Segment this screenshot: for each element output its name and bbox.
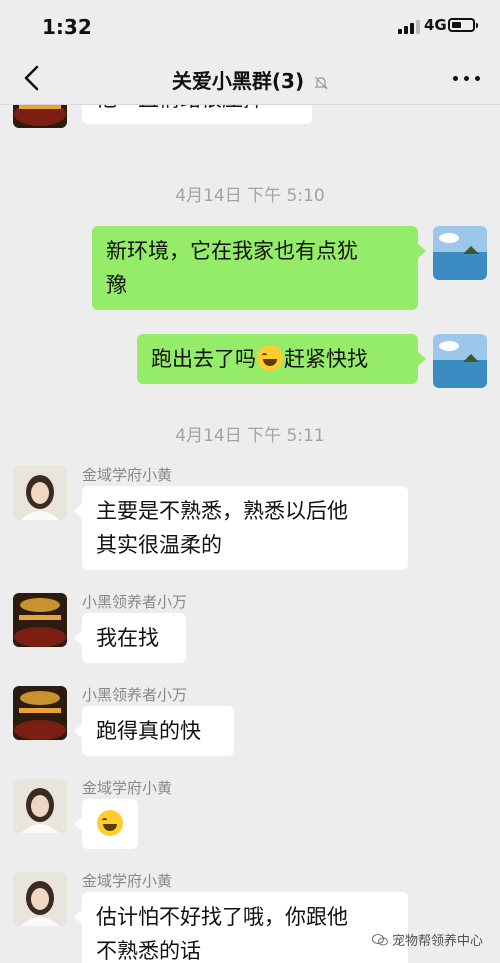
network-type: 4G bbox=[424, 16, 447, 34]
message-bubble[interactable]: 估计怕不好找了哦，你跟他 不熟悉的话 bbox=[74, 892, 408, 963]
timestamp: 4月14日 下午 5:11 bbox=[175, 426, 325, 446]
battery-icon bbox=[448, 18, 478, 32]
status-time: 1:32 bbox=[42, 15, 92, 39]
mute-bell-icon bbox=[314, 76, 328, 89]
group-name: 关爱小黑群(3) bbox=[171, 69, 305, 93]
sender-name: 金域学府小黄 bbox=[82, 872, 173, 890]
message-list[interactable]: 他一直情绪很压抑 4月14日 下午 5:10 新环境，它在我家也有点犹 豫 跑出… bbox=[0, 104, 500, 963]
avatar[interactable] bbox=[13, 466, 67, 520]
avatar[interactable] bbox=[13, 779, 67, 833]
laughing-tears-emoji-icon bbox=[257, 345, 283, 371]
chat-header: 关爱小黑群(3) bbox=[0, 52, 500, 105]
self-avatar[interactable] bbox=[433, 334, 487, 388]
self-avatar[interactable] bbox=[433, 226, 487, 280]
signal-icon bbox=[398, 20, 420, 34]
sender-name: 金域学府小黄 bbox=[82, 466, 173, 484]
message-bubble[interactable]: 他一直情绪很压抑 bbox=[74, 104, 312, 124]
message-bubble[interactable]: 我在找 bbox=[74, 613, 186, 663]
sender-name: 小黑领养者小万 bbox=[82, 593, 188, 611]
message-text: 赶紧快找 bbox=[284, 347, 368, 371]
avatar[interactable] bbox=[13, 104, 67, 128]
watermark: 宠物帮领养中心 bbox=[372, 930, 483, 949]
message-bubble[interactable]: 跑得真的快 bbox=[74, 706, 234, 756]
watermark-text: 宠物帮领养中心 bbox=[392, 934, 484, 949]
more-button[interactable] bbox=[446, 64, 486, 92]
sender-name: 金域学府小黄 bbox=[82, 779, 173, 797]
status-bar: 1:32 4G bbox=[0, 0, 500, 52]
avatar[interactable] bbox=[13, 686, 67, 740]
message-bubble[interactable]: 主要是不熟悉，熟悉以后他 其实很温柔的 bbox=[74, 486, 408, 570]
avatar[interactable] bbox=[13, 593, 67, 647]
message-bubble[interactable]: 跑出去了吗 赶紧快找 bbox=[137, 334, 426, 384]
avatar[interactable] bbox=[13, 872, 67, 926]
wechat-icon bbox=[372, 934, 388, 946]
message-bubble[interactable]: 新环境，它在我家也有点犹 豫 bbox=[92, 226, 426, 310]
message-text: 跑出去了吗 bbox=[151, 347, 256, 371]
sender-name: 小黑领养者小万 bbox=[82, 686, 188, 704]
timestamp: 4月14日 下午 5:10 bbox=[175, 186, 325, 206]
message-bubble[interactable] bbox=[74, 799, 138, 849]
laughing-tears-emoji-icon bbox=[97, 810, 123, 836]
chat-title: 关爱小黑群(3) bbox=[0, 65, 500, 94]
